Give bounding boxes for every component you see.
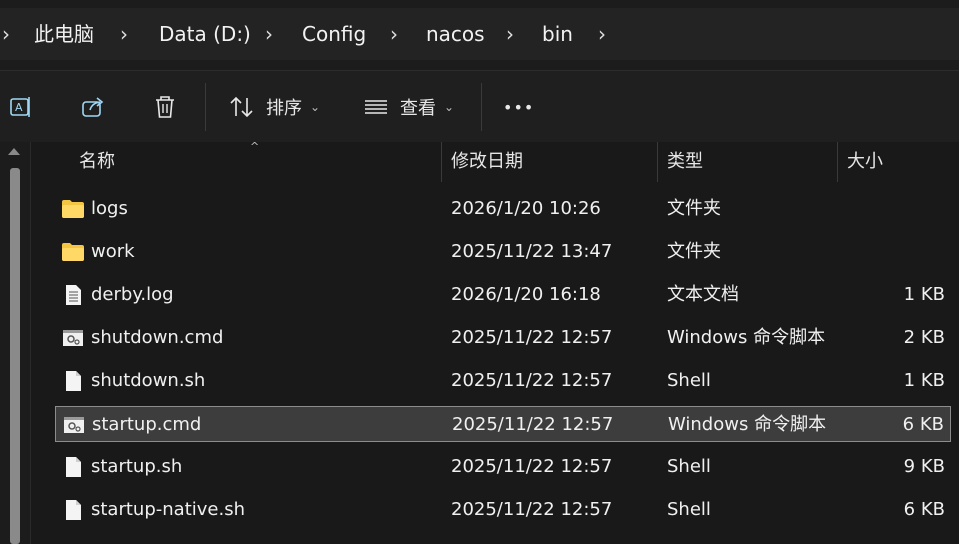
text-file-icon	[61, 284, 85, 306]
rename-icon: A	[10, 97, 30, 117]
file-name: logs	[91, 198, 128, 219]
breadcrumb-item-nacos[interactable]: nacos	[426, 8, 485, 60]
column-divider[interactable]	[441, 142, 442, 182]
more-options-button[interactable]: •••	[503, 85, 533, 129]
breadcrumb: › 此电脑 › Data (D:) › Config › nacos › bin…	[0, 8, 959, 60]
file-modified: 2025/11/22 12:57	[451, 499, 613, 520]
file-row[interactable]: startup.cmd 2025/11/22 12:57 Windows 命令脚本 6…	[55, 406, 951, 442]
toolbar-divider	[205, 83, 206, 131]
file-modified: 2025/11/22 12:57	[451, 370, 613, 391]
file-type: 文件夹	[667, 198, 721, 219]
file-row[interactable]: shutdown.sh 2025/11/22 12:57 Shell 1 KB	[55, 363, 951, 399]
file-row[interactable]: startup.sh 2025/11/22 12:57 Shell 9 KB	[55, 449, 951, 485]
chevron-down-icon: ⌄	[444, 100, 455, 114]
file-name: shutdown.cmd	[91, 327, 224, 348]
file-size: 6 KB	[903, 499, 945, 520]
file-type: Windows 命令脚本	[668, 414, 827, 435]
file-row[interactable]: shutdown.cmd 2025/11/22 12:57 Windows 命令脚本…	[55, 320, 951, 356]
sort-icon	[230, 96, 253, 118]
chevron-down-icon: ⌄	[310, 100, 321, 114]
file-row[interactable]: work 2025/11/22 13:47 文件夹	[55, 234, 951, 270]
view-button[interactable]: 查看 ⌄	[362, 85, 462, 129]
sort-label: 排序	[266, 98, 302, 119]
chevron-right-icon[interactable]: ›	[506, 8, 514, 60]
chevron-right-icon[interactable]: ›	[2, 8, 10, 60]
scroll-up-icon[interactable]	[8, 148, 20, 155]
column-divider[interactable]	[657, 142, 658, 182]
file-size: 1 KB	[903, 370, 945, 391]
file-size: 2 KB	[903, 327, 945, 348]
column-divider[interactable]	[837, 142, 838, 182]
file-name: derby.log	[91, 284, 174, 305]
file-row[interactable]: derby.log 2026/1/20 16:18 文本文档 1 KB	[55, 277, 951, 313]
file-size: 1 KB	[903, 284, 945, 305]
chevron-right-icon[interactable]: ›	[120, 8, 128, 60]
file-name: shutdown.sh	[91, 370, 206, 391]
file-type: 文件夹	[667, 241, 721, 262]
breadcrumb-item-this-pc[interactable]: 此电脑	[34, 8, 94, 60]
breadcrumb-item-drive[interactable]: Data (D:)	[159, 8, 251, 60]
vertical-scrollbar[interactable]	[0, 142, 31, 544]
sort-button[interactable]: 排序 ⌄	[228, 85, 328, 129]
folder-icon	[61, 241, 85, 263]
view-label: 查看	[400, 98, 436, 119]
file-modified: 2026/1/20 10:26	[451, 198, 601, 219]
rename-button[interactable]: A	[8, 85, 36, 129]
file-modified: 2025/11/22 12:57	[451, 327, 613, 348]
file-name: work	[91, 241, 135, 262]
file-name: startup.cmd	[92, 414, 202, 435]
column-header-name[interactable]: 名称	[79, 142, 439, 182]
folder-icon	[61, 198, 85, 220]
delete-button[interactable]	[152, 85, 180, 129]
file-type: Shell	[667, 456, 711, 477]
file-row[interactable]: startup-native.sh 2025/11/22 12:57 Shell 6 …	[55, 492, 951, 528]
cmd-file-icon	[61, 327, 85, 349]
file-modified: 2025/11/22 12:57	[451, 456, 613, 477]
command-bar: A 排序 ⌄ 查看 ⌄ •••	[0, 70, 959, 144]
chevron-right-icon[interactable]: ›	[265, 8, 273, 60]
file-modified: 2026/1/20 16:18	[451, 284, 601, 305]
trash-icon	[156, 96, 174, 118]
file-size: 6 KB	[902, 414, 944, 435]
more-icon: •••	[503, 97, 535, 117]
chevron-right-icon[interactable]: ›	[390, 8, 398, 60]
share-icon	[82, 97, 104, 117]
breadcrumb-item-bin[interactable]: bin	[542, 8, 573, 60]
address-bar: › 此电脑 › Data (D:) › Config › nacos › bin…	[0, 0, 959, 70]
toolbar-divider	[481, 83, 482, 131]
file-row[interactable]: logs 2026/1/20 10:26 文件夹	[55, 191, 951, 227]
cmd-file-icon	[62, 414, 86, 436]
file-name: startup.sh	[91, 456, 183, 477]
column-header-type[interactable]: 类型	[667, 142, 827, 182]
file-type: 文本文档	[667, 284, 739, 305]
chevron-right-icon[interactable]: ›	[598, 8, 606, 60]
file-name: startup-native.sh	[91, 499, 245, 520]
file-list-pane: ^ 名称 修改日期 类型 大小 logs 2026/1/20 10:26 文件夹 wo…	[0, 141, 959, 544]
svg-text:A: A	[15, 101, 23, 114]
file-icon	[61, 370, 85, 392]
breadcrumb-item-config[interactable]: Config	[302, 8, 366, 60]
file-type: Windows 命令脚本	[667, 327, 826, 348]
file-icon	[61, 499, 85, 521]
column-header-size[interactable]: 大小	[847, 142, 947, 182]
file-size: 9 KB	[903, 456, 945, 477]
file-type: Shell	[667, 370, 711, 391]
column-header-modified[interactable]: 修改日期	[451, 142, 651, 182]
column-header: ^ 名称 修改日期 类型 大小	[31, 141, 959, 182]
view-list-icon	[365, 100, 387, 114]
scrollbar-thumb[interactable]	[10, 168, 20, 544]
file-modified: 2025/11/22 12:57	[452, 414, 614, 435]
file-icon	[61, 456, 85, 478]
share-button[interactable]	[80, 85, 108, 129]
file-modified: 2025/11/22 13:47	[451, 241, 613, 262]
file-type: Shell	[667, 499, 711, 520]
